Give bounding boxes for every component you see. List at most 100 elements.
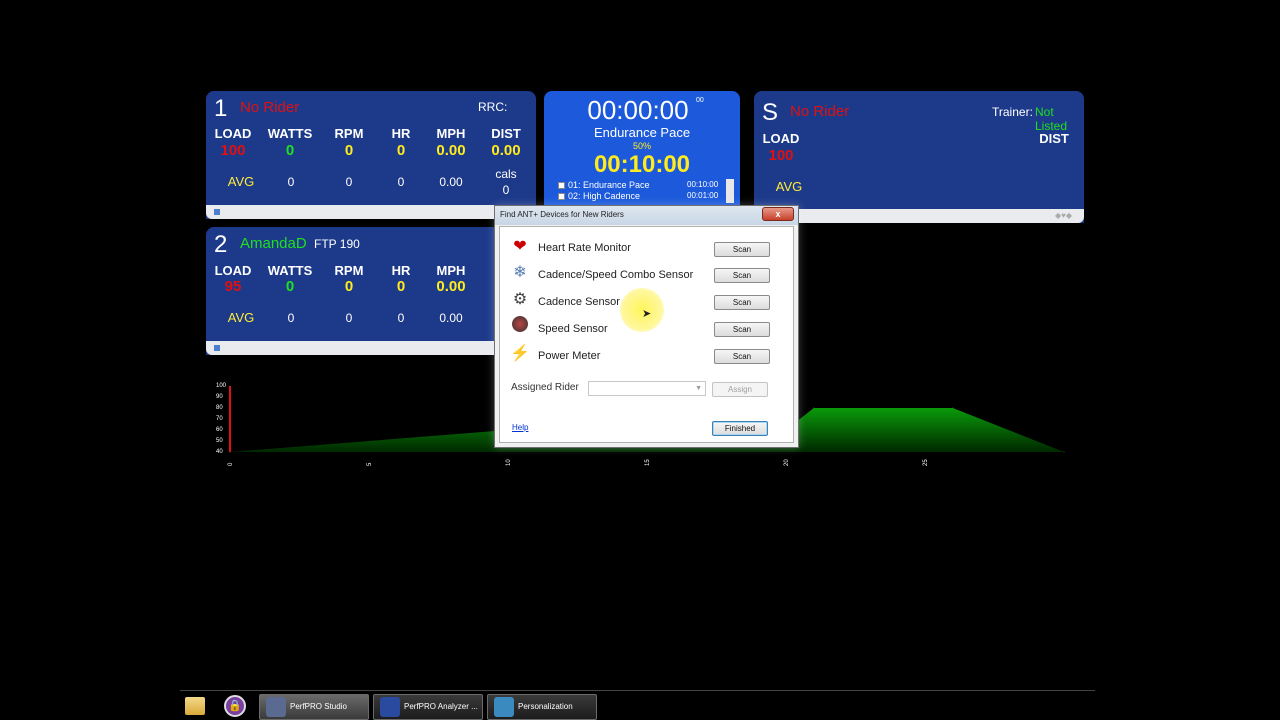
- avg-mph: 0.00: [439, 175, 463, 189]
- lightning-icon: ⚡: [510, 345, 530, 362]
- interval-time: 00:10:00: [687, 180, 719, 189]
- avg-label: AVG: [775, 179, 803, 194]
- x-tick: 10: [506, 459, 512, 466]
- device-label: Power Meter: [538, 350, 601, 362]
- panel-statusbar: ◆♥◆: [754, 209, 1084, 223]
- status-indicator: [214, 209, 220, 215]
- rpm-value: 0: [344, 142, 354, 159]
- header-watts: WATTS: [267, 263, 313, 278]
- x-tick: 25: [923, 459, 929, 466]
- load-value: 100: [220, 142, 246, 159]
- hr-value: 0: [396, 278, 406, 295]
- rider-panel-1[interactable]: 1 No Rider RRC: LOAD WATTS RPM HR MPH DI…: [206, 91, 536, 219]
- scan-heart-rate-button[interactable]: Scan: [714, 242, 770, 257]
- status-icons: ◆♥◆: [1054, 211, 1072, 220]
- scan-power-button[interactable]: Scan: [714, 349, 770, 364]
- avg-label: AVG: [227, 310, 255, 325]
- load-value: 100: [768, 147, 794, 164]
- taskbar-item-perfpro-analyzer[interactable]: PerfPRO Analyzer ...: [373, 694, 483, 720]
- cadence-sensor-icon: ⚙: [512, 291, 528, 308]
- device-label: Cadence/Speed Combo Sensor: [538, 269, 694, 281]
- scan-cadence-button[interactable]: Scan: [714, 295, 770, 310]
- panel-statusbar: [206, 341, 536, 355]
- rrc-label: RRC:: [478, 100, 508, 114]
- assigned-rider-select[interactable]: ▼: [588, 381, 706, 396]
- mouse-cursor-icon: ➤: [642, 308, 652, 320]
- rider-number: S: [762, 99, 779, 126]
- taskbar-item-personalization[interactable]: Personalization: [487, 694, 597, 720]
- header-rpm: RPM: [334, 263, 364, 278]
- speed-sensor-icon: [510, 316, 530, 336]
- help-link[interactable]: Help: [512, 423, 528, 432]
- header-mph: MPH: [436, 126, 466, 141]
- finished-button[interactable]: Finished: [712, 421, 768, 436]
- avg-watts: 0: [287, 175, 295, 189]
- device-label: Heart Rate Monitor: [538, 242, 631, 254]
- dialog-title[interactable]: Find ANT+ Devices for New Riders: [495, 206, 798, 225]
- dialog-body: ❤ Heart Rate Monitor Scan ❄ Cadence/Spee…: [499, 226, 794, 443]
- scan-combo-button[interactable]: Scan: [714, 268, 770, 283]
- interval-time: 00:01:00: [687, 191, 719, 200]
- remaining-time: 00:10:00: [593, 151, 691, 178]
- interval-item[interactable]: 01: Endurance Pace: [558, 180, 650, 190]
- x-tick: 15: [645, 459, 651, 466]
- combo-sensor-icon: ❄: [513, 264, 527, 281]
- checkbox-icon[interactable]: [558, 193, 565, 200]
- avg-mph: 0.00: [439, 311, 463, 325]
- header-rpm: RPM: [334, 126, 364, 141]
- panel-statusbar: [206, 205, 536, 219]
- heart-icon: ❤: [513, 238, 527, 255]
- rider-name[interactable]: No Rider: [240, 99, 299, 116]
- profile-point: [813, 407, 815, 409]
- header-dist: DIST: [1039, 131, 1069, 146]
- y-tick: 60: [216, 427, 223, 433]
- personalization-icon: [494, 697, 514, 717]
- close-button[interactable]: x: [762, 207, 794, 221]
- y-tick: 100: [216, 383, 227, 389]
- device-label: Speed Sensor: [538, 323, 608, 335]
- header-load: LOAD: [762, 131, 800, 146]
- header-mph: MPH: [436, 263, 466, 278]
- rider-panel-2[interactable]: 2 AmandaD FTP 190 LOAD WATTS RPM HR MPH …: [206, 227, 536, 355]
- lock-icon[interactable]: 🔒: [224, 695, 246, 717]
- header-load: LOAD: [214, 263, 252, 278]
- rider-number: 1: [214, 95, 228, 122]
- avg-label: AVG: [227, 174, 255, 189]
- dist-value: 0.00: [491, 142, 521, 159]
- rider-panel-s[interactable]: S No Rider Trainer: Not Listed LOAD DIST…: [754, 91, 1084, 223]
- segment-percent: 50%: [632, 141, 651, 151]
- interval-scrollbar[interactable]: [726, 179, 734, 203]
- watts-value: 0: [285, 278, 295, 295]
- mph-value: 0.00: [436, 142, 466, 159]
- elapsed-time: 00:00:00: [587, 95, 689, 125]
- assigned-rider-label: Assigned Rider: [511, 382, 579, 393]
- checkbox-icon[interactable]: [558, 182, 565, 189]
- find-ant-devices-dialog[interactable]: Find ANT+ Devices for New Riders x ❤ Hea…: [494, 205, 799, 448]
- avg-rpm: 0: [345, 311, 353, 325]
- scan-speed-button[interactable]: Scan: [714, 322, 770, 337]
- device-label: Cadence Sensor: [538, 296, 620, 308]
- segment-name: Endurance Pace: [593, 125, 691, 140]
- rider-number: 2: [214, 231, 228, 258]
- header-watts: WATTS: [267, 126, 313, 141]
- y-tick: 70: [216, 416, 223, 422]
- y-tick: 40: [216, 449, 223, 455]
- rider-name[interactable]: No Rider: [790, 103, 849, 120]
- avg-rpm: 0: [345, 175, 353, 189]
- interval-item[interactable]: 02: High Cadence: [558, 191, 640, 201]
- header-hr: HR: [391, 126, 411, 141]
- perfpro-studio-icon: [266, 697, 286, 717]
- taskbar: 🔒 PerfPRO Studio PerfPRO Analyzer ... Pe…: [180, 690, 1095, 720]
- x-tick: 5: [367, 462, 373, 466]
- assign-button[interactable]: Assign: [712, 382, 768, 397]
- folder-icon[interactable]: [185, 697, 205, 715]
- header-dist: DIST: [491, 126, 521, 141]
- cals-label: cals: [495, 167, 517, 181]
- taskbar-item-perfpro-studio[interactable]: PerfPRO Studio: [259, 694, 369, 720]
- mph-value: 0.00: [436, 278, 466, 295]
- x-tick: 0: [228, 462, 234, 466]
- elapsed-subseconds: 00: [696, 97, 704, 104]
- rider-name[interactable]: AmandaD: [240, 235, 307, 252]
- workout-timer-panel: 00:00:00 00 Endurance Pace 50% 00:10:00 …: [544, 91, 740, 205]
- ftp-label: FTP 190: [314, 237, 360, 251]
